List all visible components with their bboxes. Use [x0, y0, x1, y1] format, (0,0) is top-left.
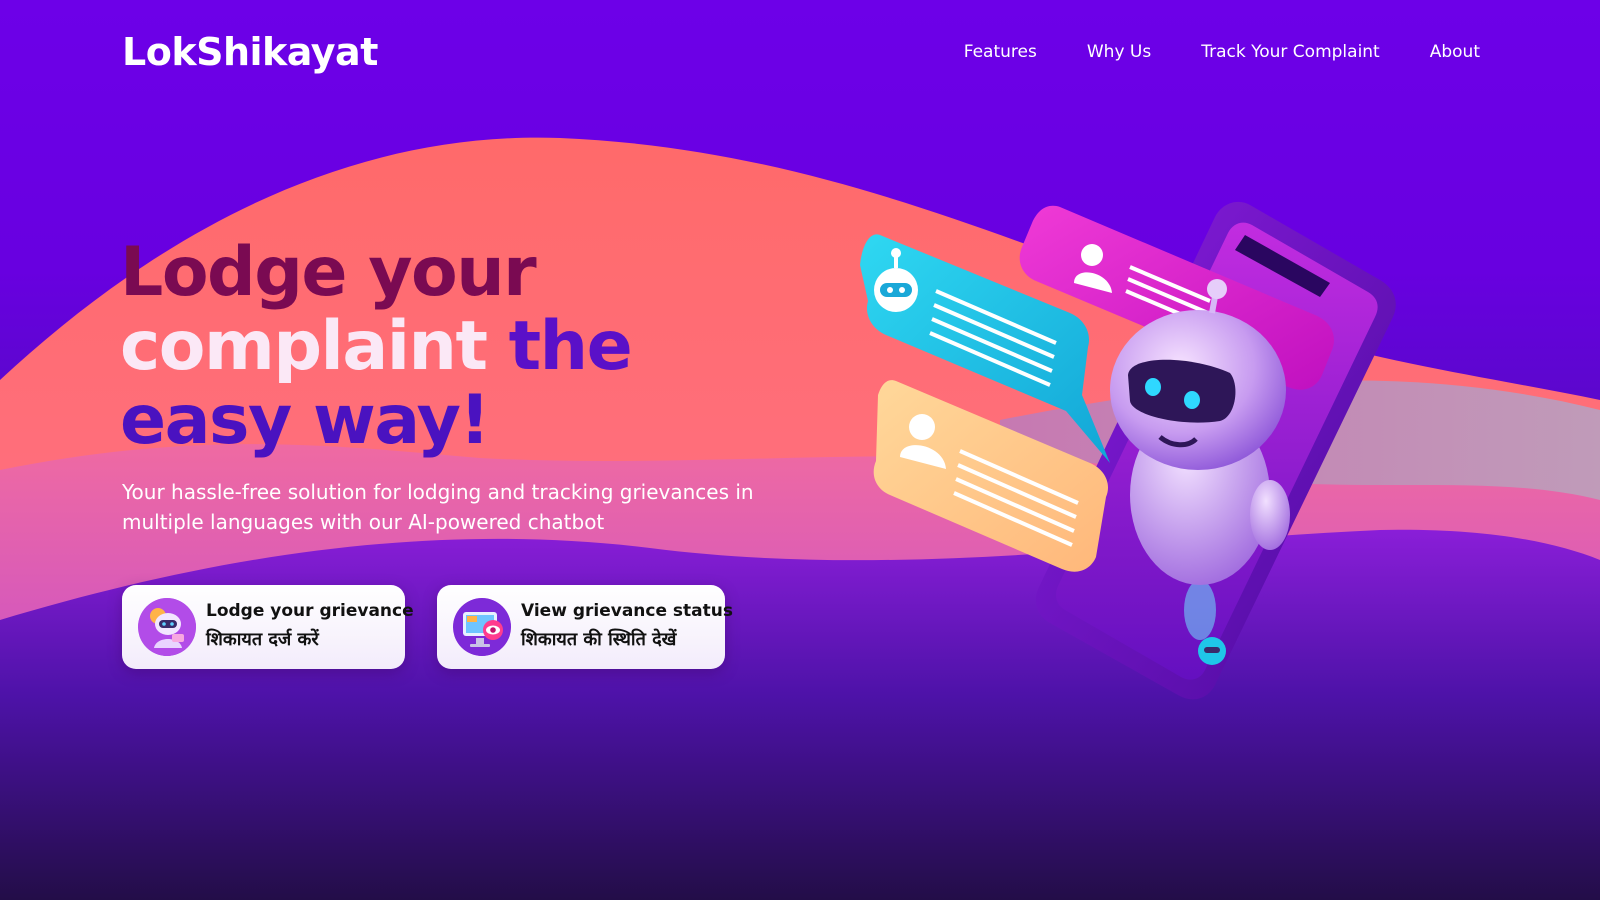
hero-title: Lodge your complaint the easy way! — [120, 233, 633, 460]
nav-about[interactable]: About — [1430, 42, 1480, 62]
hero-title-line-1: Lodge your — [120, 233, 537, 312]
nav-features[interactable]: Features — [964, 42, 1037, 62]
lodge-grievance-label-hindi: शिकायत दर्ज करें — [206, 629, 319, 650]
chatbot-phone-illustration — [860, 201, 1396, 700]
brand-logo[interactable]: LokShikayat — [122, 30, 378, 74]
nav-why-us[interactable]: Why Us — [1087, 42, 1151, 62]
monitor-eye-icon — [453, 598, 511, 656]
nav-track-complaint[interactable]: Track Your Complaint — [1201, 42, 1380, 62]
view-status-label: View grievance status — [521, 601, 733, 621]
view-status-label-hindi: शिकायत की स्थिति देखें — [521, 629, 677, 650]
hero-subtitle: Your hassle-free solution for lodging an… — [122, 480, 754, 534]
landing-page: LokShikayat Features Why Us Track Your C… — [0, 0, 1600, 900]
robot-avatar-icon — [138, 598, 196, 656]
hero-title-line-2: complaint the — [120, 307, 633, 386]
lodge-grievance-button[interactable]: Lodge your grievance शिकायत दर्ज करें — [122, 585, 414, 669]
lodge-grievance-label: Lodge your grievance — [206, 601, 414, 621]
view-grievance-status-button[interactable]: View grievance status शिकायत की स्थिति द… — [437, 585, 733, 669]
main-nav: Features Why Us Track Your Complaint Abo… — [964, 42, 1480, 62]
hero-title-line-3: easy way! — [120, 381, 490, 460]
